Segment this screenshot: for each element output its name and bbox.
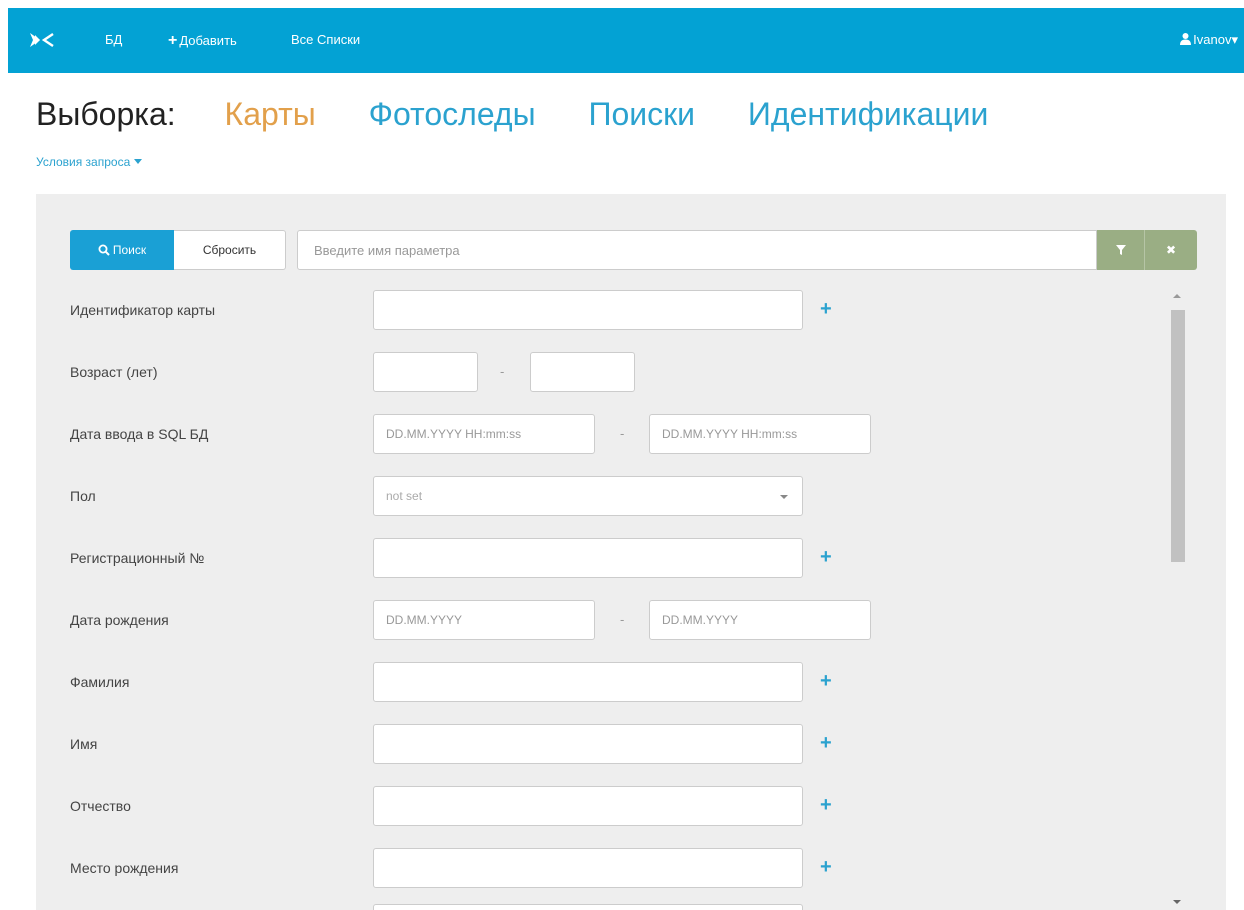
add-birth-place-icon[interactable]: + xyxy=(820,856,832,879)
sql-date-label: Дата ввода в SQL БД xyxy=(70,426,209,442)
age-label: Возраст (лет) xyxy=(70,364,158,380)
name-row: Имя + xyxy=(70,724,870,764)
surname-input[interactable] xyxy=(373,662,803,702)
tab-searches[interactable]: Поиски xyxy=(588,96,695,132)
add-name-icon[interactable]: + xyxy=(820,732,832,755)
form-scrollbar[interactable] xyxy=(1168,290,1188,910)
reg-no-label: Регистрационный № xyxy=(70,550,205,566)
next-field-input[interactable] xyxy=(373,904,803,910)
card-id-input[interactable] xyxy=(373,290,803,330)
query-conditions-toggle[interactable]: Условия запроса xyxy=(36,155,143,169)
sql-date-from-input[interactable] xyxy=(373,414,595,454)
user-name: Ivanov xyxy=(1193,32,1232,47)
chevron-down-icon xyxy=(780,495,788,499)
sex-select[interactable]: not set xyxy=(373,476,803,516)
sex-row: Пол not set xyxy=(70,476,870,516)
birth-place-input[interactable] xyxy=(373,848,803,888)
age-to-input[interactable] xyxy=(530,352,635,392)
reg-no-input[interactable] xyxy=(373,538,803,578)
search-button[interactable]: Поиск xyxy=(70,230,174,270)
birth-place-row: Место рождения + xyxy=(70,848,870,888)
add-patronymic-icon[interactable]: + xyxy=(820,794,832,817)
scroll-thumb[interactable] xyxy=(1171,310,1185,562)
surname-label: Фамилия xyxy=(70,674,130,690)
add-surname-icon[interactable]: + xyxy=(820,670,832,693)
name-label: Имя xyxy=(70,736,98,752)
filter-button[interactable] xyxy=(1097,230,1145,270)
page-title-label: Выборка: xyxy=(36,96,176,132)
sex-label: Пол xyxy=(70,488,96,504)
search-button-label: Поиск xyxy=(112,243,147,257)
reg-no-row: Регистрационный № + xyxy=(70,538,870,578)
birth-place-label: Место рождения xyxy=(70,860,179,876)
tab-cards[interactable]: Карты xyxy=(225,96,316,132)
user-menu[interactable]: Ivanov▾ xyxy=(1180,32,1238,48)
birth-date-to-input[interactable] xyxy=(649,600,871,640)
chevron-down-icon: ▾ xyxy=(1231,32,1238,47)
patronymic-label: Отчество xyxy=(70,798,131,814)
plus-icon: + xyxy=(168,32,178,49)
range-dash: - xyxy=(620,612,625,627)
sql-date-row: Дата ввода в SQL БД - xyxy=(70,414,871,454)
range-dash: - xyxy=(620,426,625,441)
scroll-up-arrow-icon[interactable] xyxy=(1173,294,1181,298)
reset-button[interactable]: Сбросить xyxy=(174,230,286,270)
birth-date-from-input[interactable] xyxy=(373,600,595,640)
nav-add-link[interactable]: + Добавить xyxy=(168,32,237,50)
surname-row: Фамилия + xyxy=(70,662,870,702)
butterfly-logo-icon[interactable] xyxy=(29,31,55,49)
nav-db-link[interactable]: БД xyxy=(105,32,122,47)
patronymic-input[interactable] xyxy=(373,786,803,826)
birth-date-label: Дата рождения xyxy=(70,612,169,628)
add-reg-no-icon[interactable]: + xyxy=(820,546,832,569)
top-navbar: БД + Добавить Все Списки Ivanov▾ xyxy=(8,8,1244,73)
card-id-label: Идентификатор карты xyxy=(70,302,216,318)
add-card-id-icon[interactable]: + xyxy=(820,298,832,321)
caret-down-icon xyxy=(134,159,143,164)
close-icon: ✖ xyxy=(1165,243,1177,257)
sex-select-value: not set xyxy=(386,489,423,503)
nav-add-label: Добавить xyxy=(179,33,237,48)
age-row: Возраст (лет) - xyxy=(70,352,870,392)
query-conditions-label: Условия запроса xyxy=(36,155,131,169)
scroll-down-arrow-icon[interactable] xyxy=(1173,900,1181,904)
clear-button[interactable]: ✖ xyxy=(1145,230,1197,270)
nav-all-lists-link[interactable]: Все Списки xyxy=(291,32,360,47)
filter-icon xyxy=(1115,245,1126,255)
range-dash: - xyxy=(500,364,505,379)
tab-photos[interactable]: Фотоследы xyxy=(369,96,536,132)
parameter-name-input[interactable] xyxy=(297,230,1097,270)
search-icon xyxy=(98,244,110,256)
age-from-input[interactable] xyxy=(373,352,478,392)
patronymic-row: Отчество + xyxy=(70,786,870,826)
tab-identifications[interactable]: Идентификации xyxy=(748,96,988,132)
sql-date-to-input[interactable] xyxy=(649,414,871,454)
user-icon xyxy=(1180,33,1192,45)
card-id-row: Идентификатор карты + xyxy=(70,290,870,330)
page-title: Выборка: Карты Фотоследы Поиски Идентифи… xyxy=(36,96,1032,133)
name-input[interactable] xyxy=(373,724,803,764)
birth-date-row: Дата рождения - xyxy=(70,600,871,640)
